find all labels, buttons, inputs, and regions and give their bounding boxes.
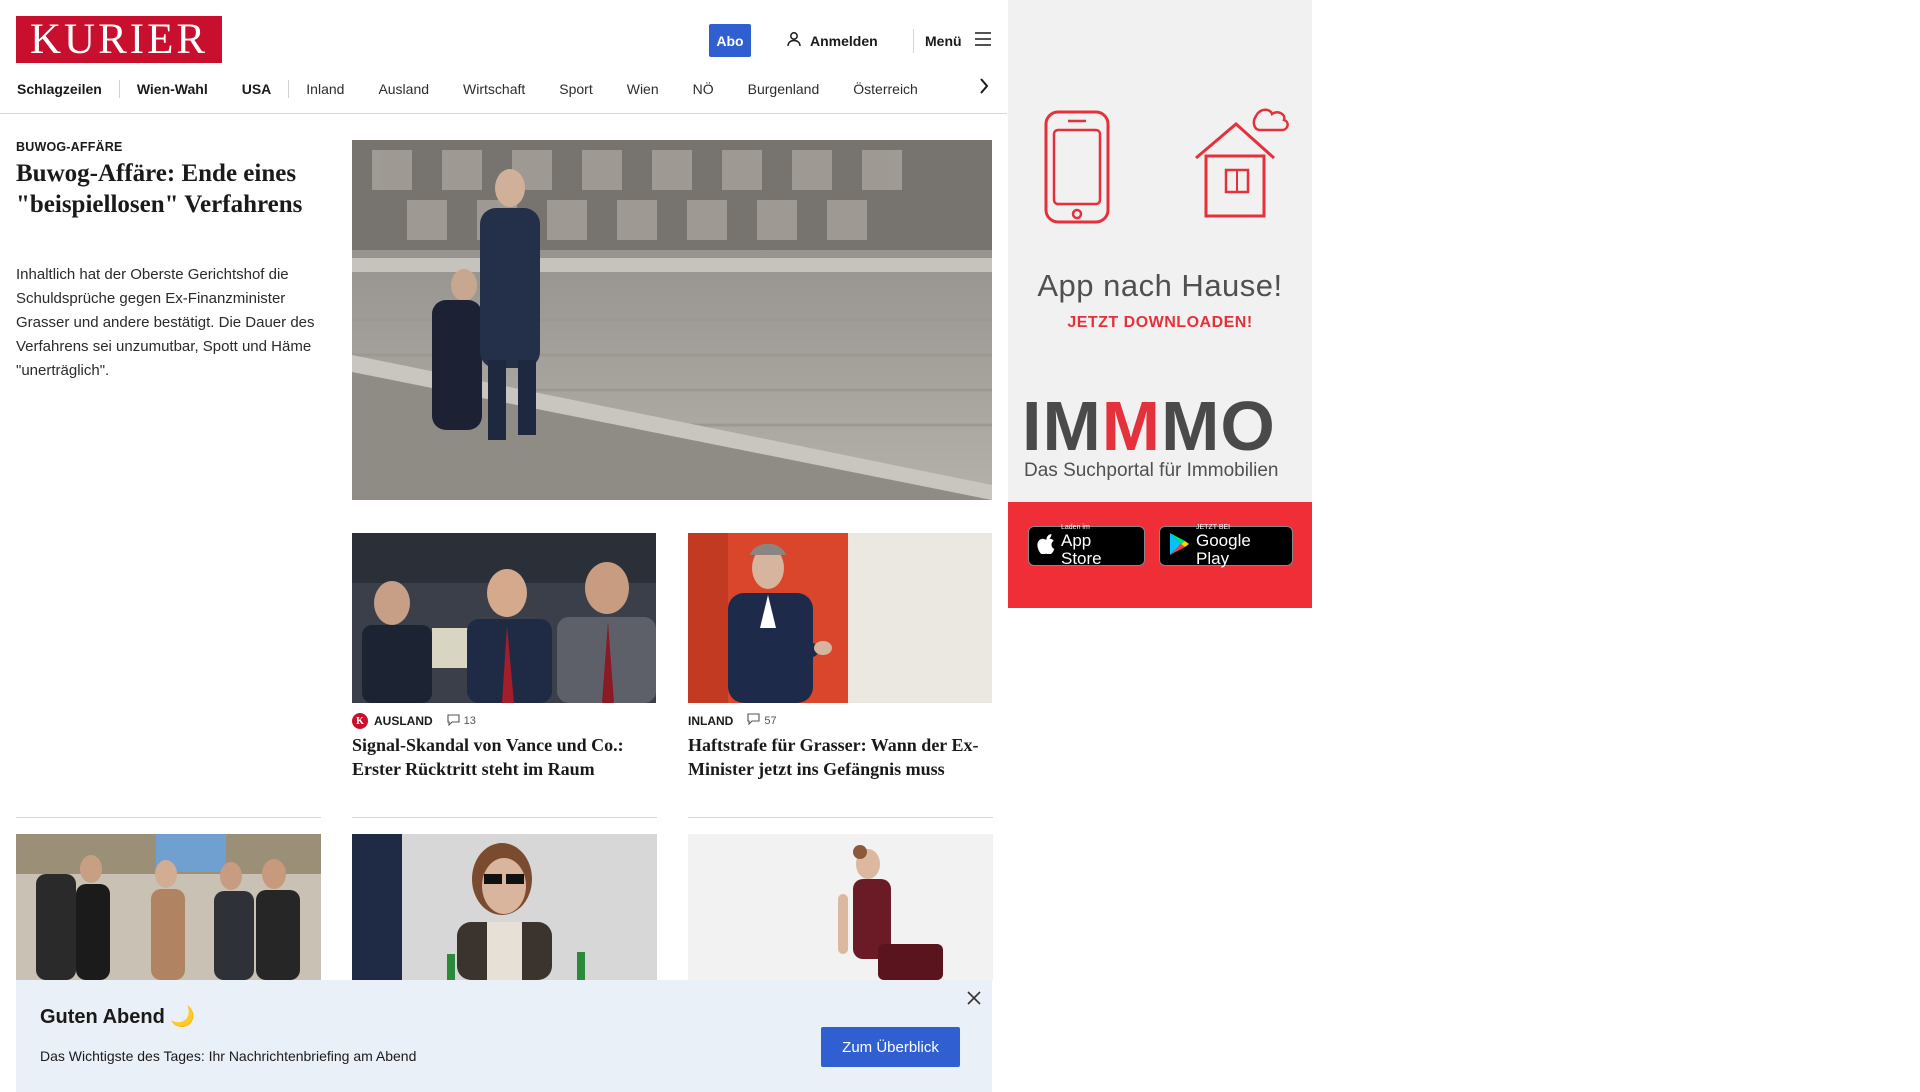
google-play-button[interactable]: JETZT BEI Google Play (1159, 524, 1293, 568)
card-image-oenb[interactable] (352, 834, 657, 980)
hamburger-icon (974, 32, 992, 49)
nav-item-wirtschaft[interactable]: Wirtschaft (446, 81, 542, 97)
nav-item-ausland[interactable]: Ausland (361, 81, 446, 97)
lead-teaser[interactable]: Inhaltlich hat der Oberste Gerichtshof d… (16, 263, 328, 383)
kurier-logo[interactable]: KURIER (16, 16, 222, 63)
kurier-plus-badge: K (352, 713, 368, 729)
card-section[interactable]: AUSLAND (374, 714, 433, 728)
card-meta-inland: INLAND 57 (688, 713, 777, 728)
comment-icon (747, 713, 760, 728)
chevron-right-icon (979, 77, 989, 100)
comment-count[interactable]: 13 (447, 713, 476, 729)
zum-ueberblick-button[interactable]: Zum Überblick (821, 1027, 960, 1067)
user-icon (786, 31, 802, 50)
menu-label: Menü (925, 32, 962, 49)
ad-store-area: Laden im App Store JETZT BEI Google Play (1008, 502, 1312, 608)
phone-icon (1038, 108, 1118, 233)
house-icon (1186, 106, 1306, 231)
card-section[interactable]: INLAND (688, 714, 733, 728)
card-image-courtroom[interactable] (16, 834, 321, 980)
app-store-label: Laden im App Store (1061, 524, 1102, 568)
lead-image[interactable] (352, 140, 992, 500)
immmo-logo: IM M MO (1022, 387, 1276, 465)
login-label: Anmelden (810, 32, 878, 49)
divider (16, 817, 321, 818)
close-icon (967, 990, 981, 1010)
site-header: KURIER Abo Anmelden Menü Schlagzeilen Wi… (0, 0, 1007, 114)
card-headline[interactable]: Haftstrafe für Grasser: Wann der Ex-Mini… (688, 733, 994, 781)
divider (352, 817, 657, 818)
card-image-signal[interactable] (352, 533, 656, 703)
abo-button[interactable]: Abo (709, 24, 751, 57)
section-nav: Schlagzeilen Wien-Wahl USA Inland Auslan… (0, 74, 1007, 104)
comment-count[interactable]: 57 (747, 713, 777, 728)
nav-item-noe[interactable]: NÖ (676, 81, 731, 97)
play-icon (1168, 532, 1190, 561)
app-store-button[interactable]: Laden im App Store (1028, 524, 1145, 568)
nav-item-wien[interactable]: Wien (610, 81, 676, 97)
ad-subline: JETZT DOWNLOADEN! (1067, 314, 1253, 331)
nav-scroll-right-button[interactable] (974, 76, 994, 100)
login-button[interactable]: Anmelden (786, 27, 878, 54)
header-divider (913, 29, 914, 53)
banner-text: Das Wichtigste des Tages: Ihr Nachrichte… (40, 1048, 417, 1064)
card-image-model[interactable] (688, 834, 993, 980)
apple-icon (1037, 533, 1055, 559)
ad-tagline: Das Suchportal für Immobilien (1024, 460, 1279, 481)
evening-briefing-banner: Guten Abend 🌙 Das Wichtigste des Tages: … (16, 980, 992, 1092)
nav-item-inland[interactable]: Inland (289, 81, 361, 97)
nav-item-oesterreich[interactable]: Österreich (836, 81, 935, 97)
divider (688, 817, 993, 818)
app-advertisement[interactable]: App nach Hause! JETZT DOWNLOADEN! IM M MO … (1008, 0, 1312, 608)
nav-item-wien-wahl[interactable]: Wien-Wahl (120, 81, 225, 97)
card-image-grasser[interactable] (688, 533, 992, 703)
lead-headline[interactable]: Buwog-Affäre: Ende eines "beispiellosen"… (16, 158, 326, 220)
banner-title: Guten Abend 🌙 (40, 1006, 196, 1028)
banner-close-button[interactable] (964, 990, 984, 1010)
lead-kicker[interactable]: BUWOG-AFFÄRE (16, 140, 123, 154)
nav-item-schlagzeilen[interactable]: Schlagzeilen (0, 81, 119, 97)
nav-item-usa[interactable]: USA (225, 81, 289, 97)
google-play-label: JETZT BEI Google Play (1196, 524, 1251, 568)
menu-button[interactable]: Menü (925, 27, 992, 54)
ad-headline: App nach Hause! (1037, 268, 1283, 303)
nav-item-burgenland[interactable]: Burgenland (731, 81, 837, 97)
card-headline[interactable]: Signal-Skandal von Vance und Co.: Erster… (352, 733, 658, 781)
comment-icon (447, 713, 460, 729)
nav-item-sport[interactable]: Sport (542, 81, 609, 97)
card-meta-ausland: K AUSLAND 13 (352, 713, 476, 729)
